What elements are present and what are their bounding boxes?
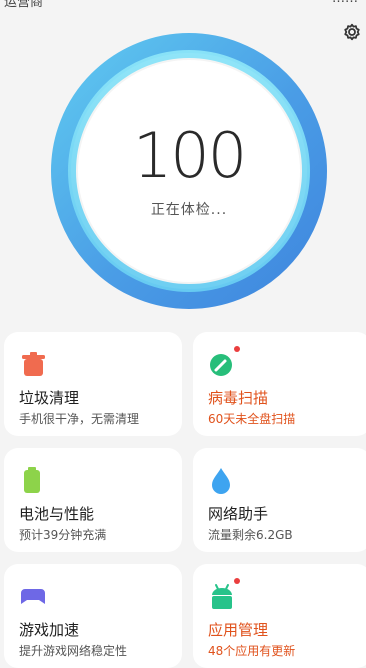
carrier-label: 运营商: [4, 0, 44, 8]
card-subtitle: 流量剩余6.2GB: [208, 528, 293, 542]
card-title: 网络助手: [208, 505, 269, 523]
status-bar: 运营商 ……: [0, 0, 366, 8]
card-subtitle: 48个应用有更新: [208, 644, 296, 658]
card-subtitle: 60天未全盘扫描: [208, 412, 296, 426]
card-title: 应用管理: [208, 621, 269, 639]
card-title: 电池与性能: [19, 505, 95, 523]
card-app-management[interactable]: 应用管理 48个应用有更新: [193, 564, 366, 668]
card-network-assistant[interactable]: 网络助手 流量剩余6.2GB: [193, 448, 366, 552]
settings-button[interactable]: [339, 19, 365, 45]
card-subtitle: 预计39分钟充满: [19, 528, 107, 542]
notification-dot: [234, 346, 240, 352]
card-subtitle: 手机很干净，无需清理: [19, 412, 140, 426]
score-value: 100: [132, 119, 247, 192]
virus-scan-icon: [210, 354, 232, 376]
status-icons: ……: [332, 0, 358, 6]
notification-dot: [234, 578, 240, 584]
water-drop-icon: [212, 468, 230, 494]
card-subtitle: 提升游戏网络稳定性: [19, 644, 128, 658]
score-ring[interactable]: 100 正在体检...: [49, 32, 329, 310]
android-icon: [212, 584, 232, 609]
gear-icon: [344, 23, 360, 41]
gamepad-icon: [21, 589, 45, 604]
card-virus-scan[interactable]: 病毒扫描 60天未全盘扫描: [193, 332, 366, 436]
card-title: 病毒扫描: [208, 389, 269, 407]
card-title: 垃圾清理: [19, 389, 80, 407]
card-title: 游戏加速: [19, 621, 80, 639]
scan-status: 正在体检...: [150, 202, 228, 218]
trash-icon: [22, 352, 45, 376]
card-trash-cleanup[interactable]: 垃圾清理 手机很干净，无需清理: [4, 332, 182, 436]
card-battery-performance[interactable]: 电池与性能 预计39分钟充满: [4, 448, 182, 552]
battery-icon: [24, 467, 40, 493]
card-game-boost[interactable]: 游戏加速 提升游戏网络稳定性: [4, 564, 182, 668]
score-center: 100 正在体检...: [49, 32, 329, 310]
